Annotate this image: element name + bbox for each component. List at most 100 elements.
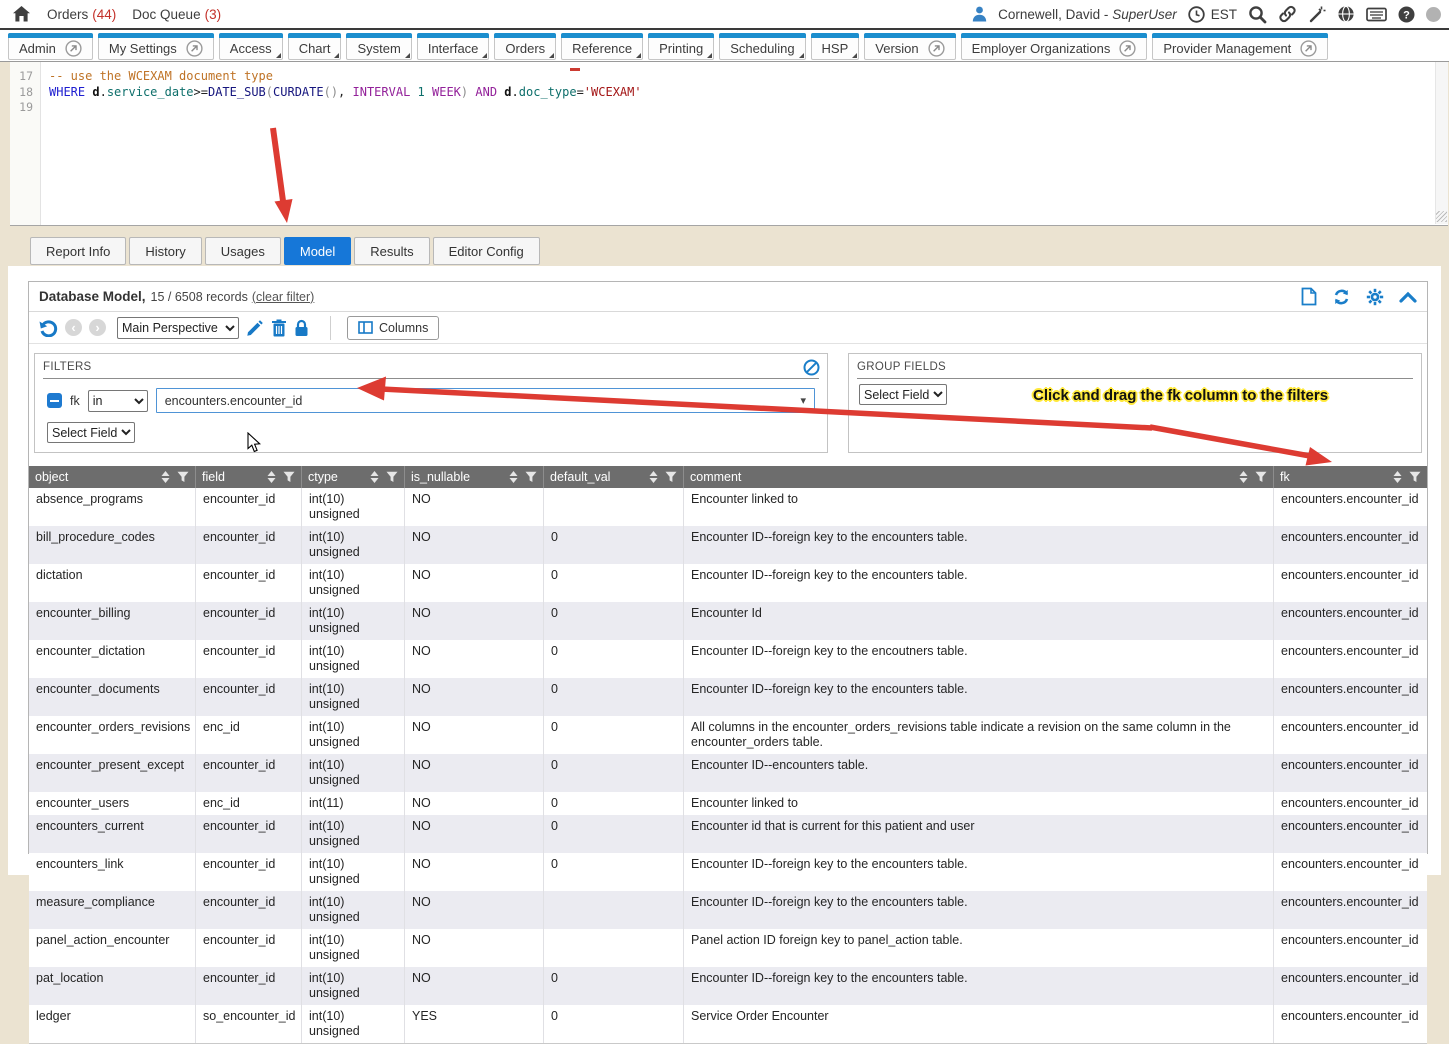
clock-icon[interactable] [1188, 6, 1205, 23]
filter-funnel-icon[interactable] [1255, 471, 1267, 483]
history-back-button[interactable]: ‹ [65, 319, 82, 336]
add-group-field-select[interactable]: Select Field [859, 384, 947, 405]
collapse-chevron-icon[interactable] [1399, 291, 1417, 303]
column-header-fk[interactable]: fk [1274, 466, 1427, 488]
doc-queue-link[interactable]: Doc Queue (3) [132, 7, 221, 22]
table-row[interactable]: encounter_present_exceptencounter_idint(… [29, 754, 1427, 792]
help-icon[interactable]: ? [1398, 6, 1415, 23]
nav-tab-interface[interactable]: Interface [417, 33, 490, 60]
resize-grip-icon[interactable] [1436, 211, 1447, 222]
gear-icon[interactable] [1366, 288, 1384, 306]
filter-funnel-icon[interactable] [1409, 471, 1421, 483]
sort-icon[interactable] [267, 471, 276, 483]
sort-icon[interactable] [1393, 471, 1402, 483]
filter-funnel-icon[interactable] [177, 471, 189, 483]
table-row[interactable]: ledgerso_encounter_idint(10) unsignedYES… [29, 1005, 1427, 1043]
column-header-is_nullable[interactable]: is_nullable [405, 466, 544, 488]
nav-tab-reference[interactable]: Reference [561, 33, 643, 60]
keyboard-icon[interactable] [1366, 7, 1387, 22]
popout-icon[interactable] [186, 40, 203, 57]
combo-dropdown-icon[interactable]: ▾ [792, 394, 814, 407]
editor-scrollbar[interactable] [1435, 62, 1448, 224]
delete-trash-icon[interactable] [271, 319, 287, 337]
nav-tab-provider-management[interactable]: Provider Management [1152, 33, 1328, 60]
table-row[interactable]: encounter_documentsencounter_idint(10) u… [29, 678, 1427, 716]
lock-icon[interactable] [294, 319, 309, 337]
nav-tab-employer-organizations[interactable]: Employer Organizations [961, 33, 1148, 60]
filter-funnel-icon[interactable] [665, 471, 677, 483]
popout-icon[interactable] [928, 40, 945, 57]
column-header-default_val[interactable]: default_val [544, 466, 684, 488]
nav-tab-printing[interactable]: Printing [648, 33, 714, 60]
table-row[interactable]: bill_procedure_codesencounter_idint(10) … [29, 526, 1427, 564]
table-row[interactable]: dictationencounter_idint(10) unsignedNO0… [29, 564, 1427, 602]
sort-icon[interactable] [649, 471, 658, 483]
nav-tab-version[interactable]: Version [864, 33, 955, 60]
orders-link[interactable]: Orders (44) [47, 7, 116, 22]
refresh-icon[interactable] [1332, 288, 1351, 306]
sql-editor[interactable]: 17-- use the WCEXAM document type18WHERE… [10, 62, 1448, 226]
wand-icon[interactable] [1308, 5, 1326, 23]
sort-icon[interactable] [509, 471, 518, 483]
undo-icon[interactable] [38, 318, 58, 337]
link-icon[interactable] [1278, 5, 1297, 23]
clear-filter-link[interactable]: (clear filter) [252, 290, 315, 304]
table-row[interactable]: panel_action_encounterencounter_idint(10… [29, 929, 1427, 967]
table-row[interactable]: encounter_orders_revisionsenc_idint(10) … [29, 716, 1427, 754]
table-row[interactable]: absence_programsencounter_idint(10) unsi… [29, 488, 1427, 526]
add-filter-field-select[interactable]: Select Field [47, 422, 135, 443]
sort-icon[interactable] [1239, 471, 1248, 483]
cell-comment: Encounter ID--foreign key to the encount… [684, 853, 1274, 891]
column-header-field[interactable]: field [196, 466, 302, 488]
clear-filters-icon[interactable] [803, 359, 820, 376]
nav-tab-orders[interactable]: Orders [494, 33, 556, 60]
tab-history[interactable]: History [129, 237, 201, 265]
tab-editor-config[interactable]: Editor Config [433, 237, 540, 265]
search-icon[interactable] [1248, 5, 1267, 24]
new-document-icon[interactable] [1301, 287, 1317, 306]
home-icon[interactable] [12, 5, 31, 23]
popout-icon[interactable] [1119, 40, 1136, 57]
columns-button[interactable]: Columns [347, 316, 439, 340]
table-row[interactable]: encounter_dictationencounter_idint(10) u… [29, 640, 1427, 678]
filter-value-input[interactable] [157, 394, 793, 408]
table-row[interactable]: encounters_linkencounter_idint(10) unsig… [29, 853, 1427, 891]
popout-icon[interactable] [65, 40, 82, 57]
table-row[interactable]: encounter_usersenc_idint(11)NO0Encounter… [29, 792, 1427, 815]
table-row[interactable]: encounters_currentencounter_idint(10) un… [29, 815, 1427, 853]
filter-operator-select[interactable]: in [88, 390, 148, 412]
filter-value-combo[interactable]: ▾ [156, 388, 815, 413]
nav-tab-my-settings[interactable]: My Settings [98, 33, 214, 60]
annotation-text: Click and drag the fk column to the filt… [1033, 387, 1328, 404]
column-header-ctype[interactable]: ctype [302, 466, 405, 488]
perspective-select[interactable]: Main Perspective [117, 317, 239, 339]
remove-filter-button[interactable] [47, 393, 62, 408]
user-name[interactable]: Cornewell, David - SuperUser [998, 7, 1177, 22]
tab-usages[interactable]: Usages [205, 237, 281, 265]
cell-fk: encounters.encounter_id [1274, 640, 1427, 678]
sort-icon[interactable] [370, 471, 379, 483]
nav-tab-scheduling[interactable]: Scheduling [719, 33, 805, 60]
tab-results[interactable]: Results [354, 237, 429, 265]
globe-icon[interactable] [1337, 5, 1355, 23]
history-forward-button[interactable]: › [89, 319, 106, 336]
column-header-object[interactable]: object [29, 466, 196, 488]
filter-funnel-icon[interactable] [283, 471, 295, 483]
nav-tab-admin[interactable]: Admin [8, 33, 93, 60]
filter-funnel-icon[interactable] [386, 471, 398, 483]
timezone-label[interactable]: EST [1211, 7, 1237, 22]
tab-model[interactable]: Model [284, 237, 351, 265]
nav-tab-chart[interactable]: Chart [288, 33, 342, 60]
table-row[interactable]: pat_locationencounter_idint(10) unsigned… [29, 967, 1427, 1005]
nav-tab-access[interactable]: Access [219, 33, 283, 60]
edit-pencil-icon[interactable] [246, 319, 264, 337]
popout-icon[interactable] [1300, 40, 1317, 57]
tab-report-info[interactable]: Report Info [30, 237, 126, 265]
nav-tab-hsp[interactable]: HSP [811, 33, 860, 60]
filter-funnel-icon[interactable] [525, 471, 537, 483]
nav-tab-system[interactable]: System [346, 33, 411, 60]
sort-icon[interactable] [161, 471, 170, 483]
table-row[interactable]: measure_complianceencounter_idint(10) un… [29, 891, 1427, 929]
table-row[interactable]: encounter_billingencounter_idint(10) uns… [29, 602, 1427, 640]
column-header-comment[interactable]: comment [684, 466, 1274, 488]
